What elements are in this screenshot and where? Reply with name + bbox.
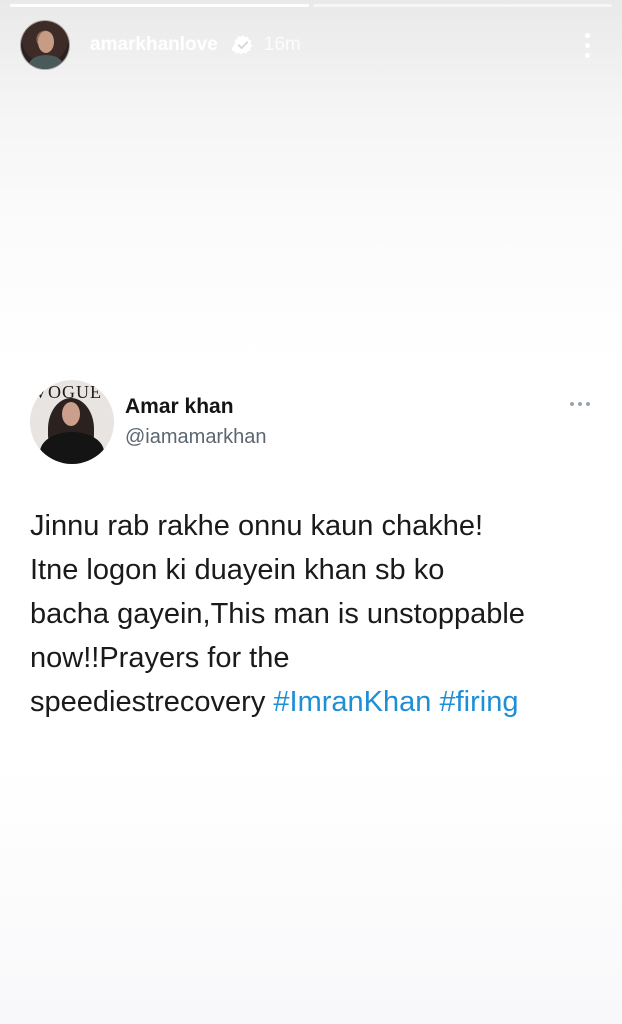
avatar-face (62, 402, 80, 426)
avatar[interactable] (20, 20, 70, 70)
progress-fill (10, 4, 309, 7)
avatar-shoulders (29, 55, 63, 69)
tweet-text: Jinnu rab rakhe onnu kaun chakhe! Itne l… (30, 504, 600, 724)
hashtag-link[interactable]: #ImranKhan (273, 686, 431, 718)
story-header: amarkhanlove 16m (20, 20, 602, 70)
story-time: 16m (263, 34, 301, 55)
progress-segment (10, 4, 309, 7)
story-progress (10, 4, 612, 7)
tweet-card: VOGUE Amar khan @iamamarkhan Jinnu rab r… (30, 380, 592, 724)
avatar-face (38, 31, 54, 53)
tweet-header: VOGUE Amar khan @iamamarkhan (30, 380, 592, 464)
more-horizontal-icon[interactable] (570, 402, 590, 406)
tweet-avatar[interactable]: VOGUE (30, 380, 114, 464)
more-vertical-icon[interactable] (572, 28, 602, 62)
story-viewer[interactable]: amarkhanlove 16m VOGUE Amar khan @iamama… (0, 0, 622, 1024)
verified-badge-icon (231, 35, 253, 55)
progress-segment (313, 4, 612, 7)
story-username[interactable]: amarkhanlove (90, 34, 218, 56)
hashtag-link[interactable]: #firing (439, 686, 518, 718)
tweet-display-name[interactable]: Amar khan (125, 395, 234, 419)
avatar-body (40, 432, 104, 464)
tweet-handle[interactable]: @iamamarkhan (125, 426, 266, 449)
